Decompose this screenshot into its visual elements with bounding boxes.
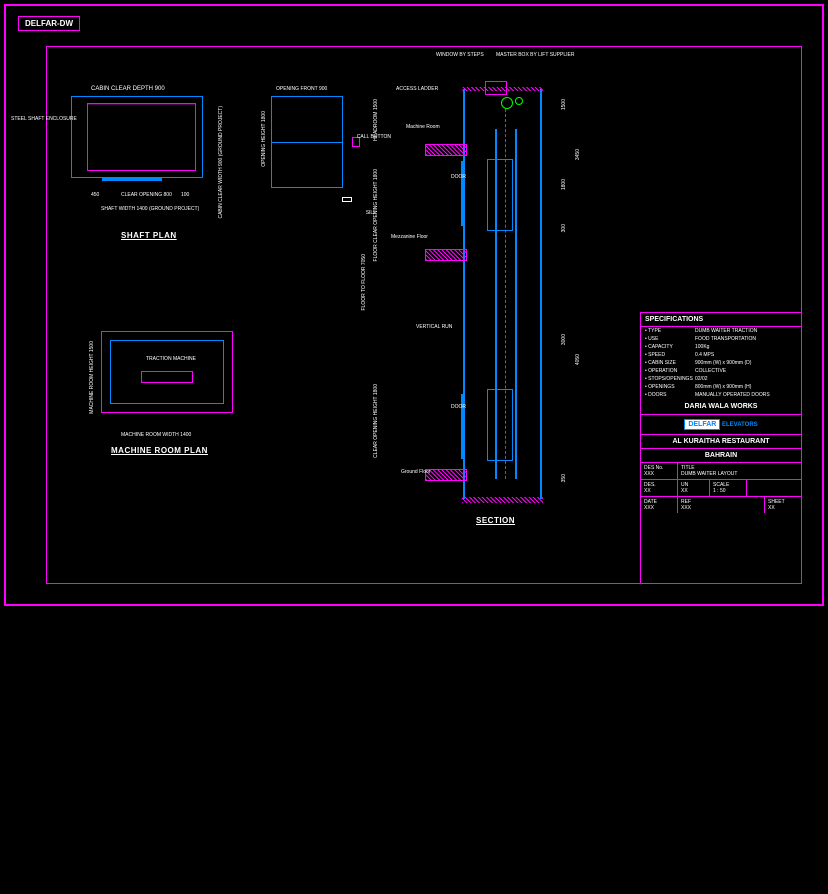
machine-head (485, 81, 507, 95)
app-logo: DELFAR-DW (18, 16, 80, 31)
spec-row: • TYPEDUMB WAITER TRACTION (641, 327, 801, 335)
machine-room-box (101, 331, 233, 413)
footer-row1: DES No.XXX TITLEDUMB WAITER LAYOUT (641, 463, 801, 480)
car-upper (487, 159, 513, 231)
traction-machine (141, 371, 193, 383)
spec-row: • OPENINGS800mm (W) x 900mm (H) (641, 383, 801, 391)
door-upper (461, 161, 465, 226)
label-clear-opening: CLEAR OPENING 800 (121, 192, 172, 198)
label-dim450: 450 (91, 192, 99, 198)
label-cabin-width: CABIN CLEAR WIDTH 900 (GROUND PROJECT) (218, 106, 224, 219)
project-line2: BAHRAIN (641, 449, 801, 463)
label-floor-to-floor: FLOOR TO FLOOR 7050 (361, 254, 367, 311)
delfar-logo: DELFAR (684, 419, 720, 430)
opening-frame (271, 96, 343, 188)
guide-rail-2 (515, 129, 517, 479)
dim-1500: 1500 (561, 99, 567, 110)
shaft-door (102, 177, 162, 181)
label-window: WINDOW BY STEPS (436, 52, 484, 58)
label-cabin-depth: CABIN CLEAR DEPTH 900 (91, 86, 165, 92)
label-gf: Ground Floor (401, 469, 430, 475)
dim-3000: 3000 (561, 334, 567, 345)
label-mezz: Mezzanine Floor (391, 234, 428, 240)
shaft-enclosure (71, 96, 203, 178)
floor-ground (425, 469, 467, 481)
title-shaft-plan: SHAFT PLAN (121, 231, 177, 240)
car-lower (487, 389, 513, 461)
sheave-2 (515, 97, 523, 105)
label-floor-opening: FLOOR CLEAR OPENING HEIGHT 1800 (373, 169, 379, 261)
sheave-1 (501, 97, 513, 109)
footer-row3: DATEXXX REFXXX SHEETXX (641, 497, 801, 513)
label-mr-width: MACHINE ROOM WIDTH 1400 (121, 432, 191, 438)
label-steel-enclosure: STEEL SHAFT ENCLOSURE (11, 116, 66, 122)
spec-rows: • TYPEDUMB WAITER TRACTION• USEFOOD TRAN… (641, 327, 801, 399)
label-vrun: VERTICAL RUN (416, 324, 452, 330)
company-name: DARIA WALA WORKS (641, 399, 801, 415)
sill (342, 197, 352, 202)
title-machine-room: MACHINE ROOM PLAN (111, 446, 208, 455)
dim-pit: 350 (561, 474, 567, 482)
pit-floor (462, 497, 543, 503)
title-section: SECTION (476, 516, 515, 525)
machine-room-view: TRACTION MACHINE MACHINE ROOM HEIGHT 150… (101, 331, 241, 426)
outer-frame: DELFAR-DW CABIN CLEAR DEPTH 900 CABIN CL… (4, 4, 824, 606)
label-opening-front: OPENING FRONT 900 (276, 86, 327, 92)
floor-roof (425, 144, 467, 156)
spec-row: • STOPS/OPENINGS02/02 (641, 375, 801, 383)
spec-row: • CABIN SIZE900mm (W) x 900mm (D) (641, 359, 801, 367)
label-shaft-width: SHAFT WIDTH 1400 (GROUND PROJECT) (101, 206, 199, 212)
label-headroom: HEADROOM 1500 (373, 99, 379, 141)
label-door2: DOOR (451, 404, 466, 410)
label-dim100: 100 (181, 192, 189, 198)
label-mr-height: MACHINE ROOM HEIGHT 1500 (89, 341, 95, 414)
project-line1: AL KURAITHA RESTAURANT (641, 435, 801, 449)
spec-row: • SPEED0.4 MPS (641, 351, 801, 359)
delfar-sub: ELEVATORS (722, 422, 758, 428)
spec-row: • DOORSMANUALLY OPERATED DOORS (641, 391, 801, 399)
spec-header: SPECIFICATIONS (641, 313, 801, 327)
dim-4050: 4050 (575, 354, 581, 365)
label-master-box: MASTER BOX BY LIFT SUPPLIER (496, 52, 546, 58)
shaft-cabin (87, 103, 196, 171)
drawing-area: CABIN CLEAR DEPTH 900 CABIN CLEAR WIDTH … (46, 46, 640, 584)
label-machine-room-txt: Machine Room (406, 124, 440, 130)
opening-split (272, 142, 342, 143)
label-door1: DOOR (451, 174, 466, 180)
dim-3450: 3450 (575, 149, 581, 160)
spec-row: • OPERATIONCOLLECTIVE (641, 367, 801, 375)
spec-row: • CAPACITY100Kg (641, 343, 801, 351)
label-access-ladder: ACCESS LADDER (396, 86, 438, 92)
footer-row2: DES.XX UNXX SCALE1 : 50 (641, 480, 801, 497)
shaft-plan-view: CABIN CLEAR DEPTH 900 CABIN CLEAR WIDTH … (71, 96, 216, 196)
title-block: SPECIFICATIONS • TYPEDUMB WAITER TRACTIO… (640, 312, 802, 584)
dim-300: 300 (561, 224, 567, 232)
section-view: ACCESS LADDER Machine Room Mezzanine Flo… (421, 74, 551, 504)
dim-1800: 1800 (561, 179, 567, 190)
floor-mezz (425, 249, 467, 261)
label-opening-height: OPENING HEIGHT 1800 (261, 111, 267, 167)
section-shaft (463, 89, 542, 499)
opening-view: OPENING FRONT 900 OPENING HEIGHT 1800 CA… (271, 96, 361, 206)
label-clear-open-h: CLEAR OPENING HEIGHT 1800 (373, 384, 379, 458)
label-traction: TRACTION MACHINE (146, 356, 196, 362)
spec-row: • USEFOOD TRANSPORTATION (641, 335, 801, 343)
delfar-logo-row: DELFAR ELEVATORS (641, 415, 801, 435)
machine-room-inner (110, 340, 224, 404)
